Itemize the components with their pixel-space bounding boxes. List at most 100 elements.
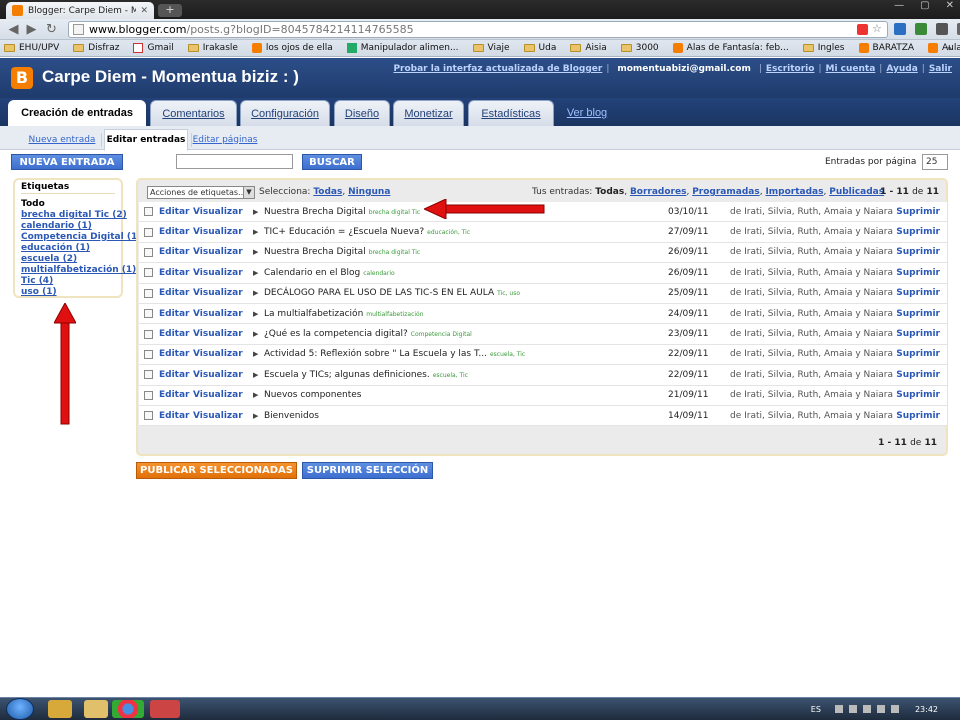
post-title[interactable]: ¿Qué es la competencia digital? — [264, 329, 408, 339]
delete-post-link[interactable]: Suprimir — [896, 349, 940, 359]
edit-post-link[interactable]: Editar — [159, 288, 190, 298]
label-item[interactable]: calendario (1) — [21, 221, 115, 232]
post-title[interactable]: Bienvenidos — [264, 411, 319, 421]
filter-scheduled-link[interactable]: Programadas — [692, 187, 760, 197]
expand-arrow-icon[interactable]: ▶ — [253, 412, 258, 420]
bookmark[interactable]: Aisia — [570, 43, 607, 53]
expand-arrow-icon[interactable]: ▶ — [253, 330, 258, 338]
post-title[interactable]: TIC+ Educación = ¿Escuela Nueva? — [264, 227, 424, 237]
edit-post-link[interactable]: Editar — [159, 370, 190, 380]
publish-selected-button[interactable]: PUBLICAR SELECCIONADAS — [136, 462, 297, 479]
delete-post-link[interactable]: Suprimir — [896, 227, 940, 237]
bookmark[interactable]: Manipulador alimen... — [346, 43, 459, 53]
bookmark[interactable]: Aula de violín; Do,re... — [928, 43, 960, 53]
label-item[interactable]: Competencia Digital (1) — [21, 232, 141, 243]
post-checkbox[interactable] — [144, 207, 153, 217]
mail-icon[interactable] — [936, 23, 948, 35]
tab-estadisticas[interactable]: Estadísticas — [468, 100, 554, 126]
tray-icon[interactable] — [834, 705, 843, 713]
bookmarks-overflow-icon[interactable]: » — [946, 44, 952, 54]
address-bar[interactable]: www.blogger.com/posts.g?blogID=804578421… — [68, 21, 888, 38]
post-title[interactable]: Nuestra Brecha Digital — [264, 247, 366, 257]
post-tags[interactable]: escuela, Tic — [490, 351, 525, 358]
try-new-interface-link[interactable]: Probar la interfaz actualizada de Blogge… — [393, 64, 602, 74]
tab-comentarios[interactable]: Comentarios — [150, 100, 237, 126]
expand-arrow-icon[interactable]: ▶ — [253, 208, 258, 216]
extension-icon[interactable] — [894, 23, 906, 35]
filter-drafts-link[interactable]: Borradores — [630, 187, 687, 197]
clock[interactable]: 23:42 — [915, 705, 938, 714]
edit-post-link[interactable]: Editar — [159, 390, 190, 400]
post-checkbox[interactable] — [144, 309, 153, 319]
filter-published-link[interactable]: Publicadas — [829, 187, 884, 197]
bookmark[interactable]: 3000 — [620, 43, 659, 53]
post-checkbox[interactable] — [144, 329, 153, 339]
post-title[interactable]: Actividad 5: Reflexión sobre " La Escuel… — [264, 349, 487, 359]
view-post-link[interactable]: Visualizar — [193, 349, 243, 359]
bookmark[interactable]: BARATZA — [858, 43, 914, 53]
view-post-link[interactable]: Visualizar — [193, 390, 243, 400]
subtab-editar-paginas[interactable]: Editar páginas — [193, 129, 258, 150]
bookmark[interactable]: EHU/UPV — [4, 43, 59, 53]
post-title[interactable]: Escuela y TICs; algunas definiciones. — [264, 370, 430, 380]
blogger-logo-icon[interactable]: B — [11, 67, 33, 89]
delete-post-link[interactable]: Suprimir — [896, 390, 940, 400]
label-item[interactable]: Tic (4) — [21, 276, 115, 287]
view-post-link[interactable]: Visualizar — [193, 309, 243, 319]
label-item[interactable]: uso (1) — [21, 287, 115, 298]
windows-start-icon[interactable] — [6, 698, 34, 720]
post-tags[interactable]: Tic, uso — [497, 290, 520, 297]
post-checkbox[interactable] — [144, 268, 153, 278]
delete-post-link[interactable]: Suprimir — [896, 309, 940, 319]
view-post-link[interactable]: Visualizar — [193, 329, 243, 339]
expand-arrow-icon[interactable]: ▶ — [253, 391, 258, 399]
browser-tab[interactable]: Blogger: Carpe Diem - Mom ✕ — [6, 2, 154, 19]
volume-icon[interactable] — [890, 705, 899, 713]
new-post-button[interactable]: NUEVA ENTRADA — [11, 154, 123, 170]
post-tags[interactable]: multialfabetización — [366, 311, 423, 318]
tab-configuracion[interactable]: Configuración — [240, 100, 330, 126]
tray-icon[interactable] — [862, 705, 871, 713]
search-button[interactable]: BUSCAR — [302, 154, 362, 170]
edit-post-link[interactable]: Editar — [159, 411, 190, 421]
post-checkbox[interactable] — [144, 411, 153, 421]
delete-post-link[interactable]: Suprimir — [896, 288, 940, 298]
edit-post-link[interactable]: Editar — [159, 329, 190, 339]
expand-arrow-icon[interactable]: ▶ — [253, 371, 258, 379]
label-item[interactable]: brecha digital Tic (2) — [21, 210, 127, 221]
post-checkbox[interactable] — [144, 288, 153, 298]
post-checkbox[interactable] — [144, 390, 153, 400]
post-title[interactable]: La multialfabetización — [264, 309, 363, 319]
close-window-icon[interactable]: ✕ — [946, 0, 954, 11]
abp-icon[interactable] — [857, 24, 868, 35]
minimize-icon[interactable]: — — [894, 0, 904, 11]
close-tab-icon[interactable]: ✕ — [140, 6, 148, 16]
language-indicator[interactable]: ES — [811, 705, 821, 714]
edit-post-link[interactable]: Editar — [159, 268, 190, 278]
bookmark[interactable]: Viaje — [472, 43, 510, 53]
post-tags[interactable]: Competencia Digital — [411, 331, 472, 338]
label-item[interactable]: educación (1) — [21, 243, 115, 254]
label-actions-select[interactable]: Acciones de etiquetas... ▼ — [147, 186, 255, 199]
bookmark[interactable]: Irakasle — [187, 43, 238, 53]
bookmark[interactable]: Uda — [523, 43, 556, 53]
view-blog-link[interactable]: Ver blog — [560, 100, 614, 126]
tab-diseno[interactable]: Diseño — [334, 100, 390, 126]
post-title[interactable]: Nuestra Brecha Digital — [264, 207, 366, 217]
app-icon[interactable] — [150, 700, 180, 718]
label-item[interactable]: multialfabetización (1) — [21, 265, 136, 276]
view-post-link[interactable]: Visualizar — [193, 247, 243, 257]
subtab-editar-entradas[interactable]: Editar entradas — [104, 129, 188, 151]
forward-icon[interactable]: ▶ — [24, 22, 39, 37]
post-checkbox[interactable] — [144, 349, 153, 359]
tab-monetizar[interactable]: Monetizar — [393, 100, 464, 126]
edit-post-link[interactable]: Editar — [159, 207, 190, 217]
post-checkbox[interactable] — [144, 370, 153, 380]
bookmark[interactable]: Disfraz — [73, 43, 119, 53]
delete-selected-button[interactable]: SUPRIMIR SELECCIÓN — [302, 462, 433, 479]
network-icon[interactable] — [876, 705, 885, 713]
post-title[interactable]: DECÁLOGO PARA EL USO DE LAS TIC-S EN EL … — [264, 288, 494, 298]
filter-all[interactable]: Todas — [595, 187, 624, 197]
edit-post-link[interactable]: Editar — [159, 309, 190, 319]
post-tags[interactable]: brecha digital Tic — [369, 209, 421, 216]
